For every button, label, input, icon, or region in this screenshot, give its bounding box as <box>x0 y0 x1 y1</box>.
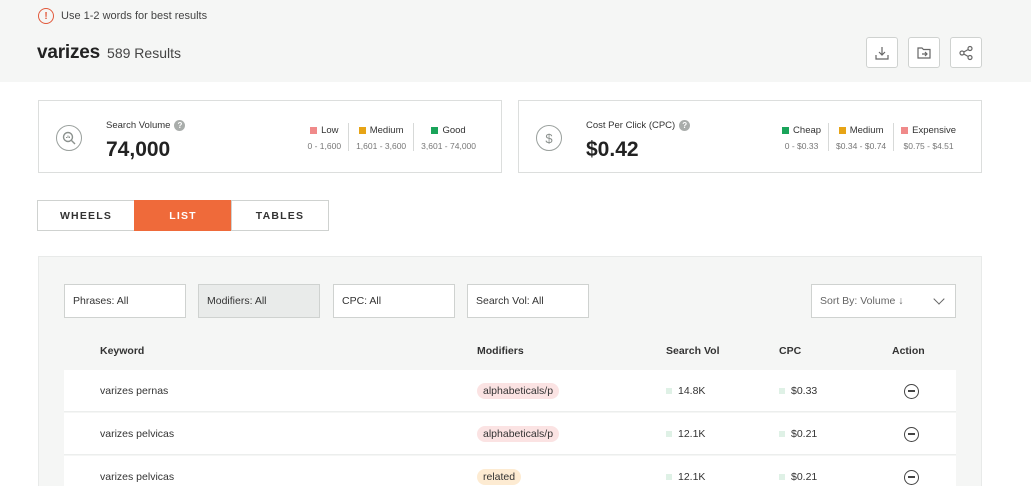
keyword-cell: varizes pelvicas <box>100 471 175 483</box>
top-bar: ! Use 1-2 words for best results varizes… <box>0 0 1031 82</box>
phrases-filter[interactable]: Phrases: All <box>64 284 186 318</box>
cpc-legend: Cheap 0 - $0.33 Medium $0.34 - $0.74 Exp… <box>775 123 963 151</box>
search-volume-legend: Low 0 - 1,600 Medium 1,601 - 3,600 Good … <box>301 123 484 151</box>
share-icon <box>959 45 973 60</box>
tab-wheels[interactable]: WHEELS <box>37 200 135 231</box>
legend-medium: Medium 1,601 - 3,600 <box>348 123 413 151</box>
search-vol-cell: 12.1K <box>666 413 705 455</box>
search-volume-card: Search Volume ? 74,000 Low 0 - 1,600 Med… <box>38 100 502 173</box>
results-count: 589 Results <box>107 45 181 61</box>
search-vol-cell: 12.1K <box>666 456 705 486</box>
legend-low: Low 0 - 1,600 <box>307 124 342 152</box>
header-keyword[interactable]: Keyword <box>100 345 144 357</box>
header-cpc[interactable]: CPC <box>779 345 801 357</box>
table-row: varizes pernas alphabeticals/p 14.8K $0.… <box>64 370 956 412</box>
help-icon[interactable]: ? <box>174 120 186 131</box>
dollar-icon: $ <box>536 125 562 151</box>
legend-good: Good 3,601 - 74,000 <box>413 123 483 151</box>
search-vol-filter[interactable]: Search Vol: All <box>467 284 589 318</box>
search-volume-label: Search Volume ? <box>106 120 186 131</box>
header-action: Action <box>892 345 925 357</box>
remove-icon[interactable] <box>904 383 919 399</box>
alert-icon: ! <box>38 8 54 24</box>
modifier-pill[interactable]: alphabeticals/p <box>477 383 560 399</box>
keyword-cell: varizes pelvicas <box>100 428 175 440</box>
save-folder-button[interactable] <box>908 37 940 68</box>
remove-icon[interactable] <box>904 426 919 442</box>
table-row: varizes pelvicas alphabeticals/p 12.1K $… <box>64 413 956 455</box>
search-volume-icon <box>56 125 82 151</box>
view-tabs: WHEELS LIST TABLES <box>37 200 329 231</box>
download-icon <box>875 46 889 60</box>
cpc-filter[interactable]: CPC: All <box>333 284 455 318</box>
folder-icon <box>917 46 931 59</box>
cpc-label: Cost Per Click (CPC) ? <box>586 120 691 131</box>
help-icon[interactable]: ? <box>679 120 691 131</box>
download-button[interactable] <box>866 37 898 68</box>
cpc-card: $ Cost Per Click (CPC) ? $0.42 Cheap 0 -… <box>518 100 982 173</box>
remove-icon[interactable] <box>904 469 919 485</box>
cpc-cell: $0.33 <box>779 370 817 412</box>
header-modifiers[interactable]: Modifiers <box>477 345 524 357</box>
keyword-cell: varizes pernas <box>100 385 169 397</box>
table-row: varizes pelvicas related 12.1K $0.21 <box>64 456 956 486</box>
modifier-pill[interactable]: related <box>477 469 522 485</box>
keyword-title: varizes <box>37 42 101 63</box>
header-search-vol[interactable]: Search Vol <box>666 345 720 357</box>
search-vol-cell: 14.8K <box>666 370 705 412</box>
search-hint: ! Use 1-2 words for best results <box>38 7 207 25</box>
sort-dropdown[interactable]: Sort By: Volume ↓ <box>811 284 956 318</box>
cpc-cell: $0.21 <box>779 456 817 486</box>
results-panel: Phrases: All Modifiers: All CPC: All Sea… <box>38 256 982 486</box>
legend-expensive: Expensive $0.75 - $4.51 <box>893 123 963 151</box>
modifier-pill[interactable]: alphabeticals/p <box>477 426 560 442</box>
legend-medium: Medium $0.34 - $0.74 <box>828 123 893 151</box>
chevron-down-icon <box>933 293 945 305</box>
share-button[interactable] <box>950 37 982 68</box>
sort-label: Sort By: Volume ↓ <box>820 295 904 307</box>
hint-text: Use 1-2 words for best results <box>61 10 208 22</box>
page-title: varizes 589 Results <box>37 42 181 64</box>
modifiers-filter[interactable]: Modifiers: All <box>198 284 320 318</box>
legend-cheap: Cheap 0 - $0.33 <box>775 123 828 151</box>
search-volume-value: 74,000 <box>106 138 171 161</box>
cpc-value: $0.42 <box>586 138 639 161</box>
cpc-cell: $0.21 <box>779 413 817 455</box>
tab-tables[interactable]: TABLES <box>231 200 329 231</box>
tab-list[interactable]: LIST <box>134 200 232 231</box>
